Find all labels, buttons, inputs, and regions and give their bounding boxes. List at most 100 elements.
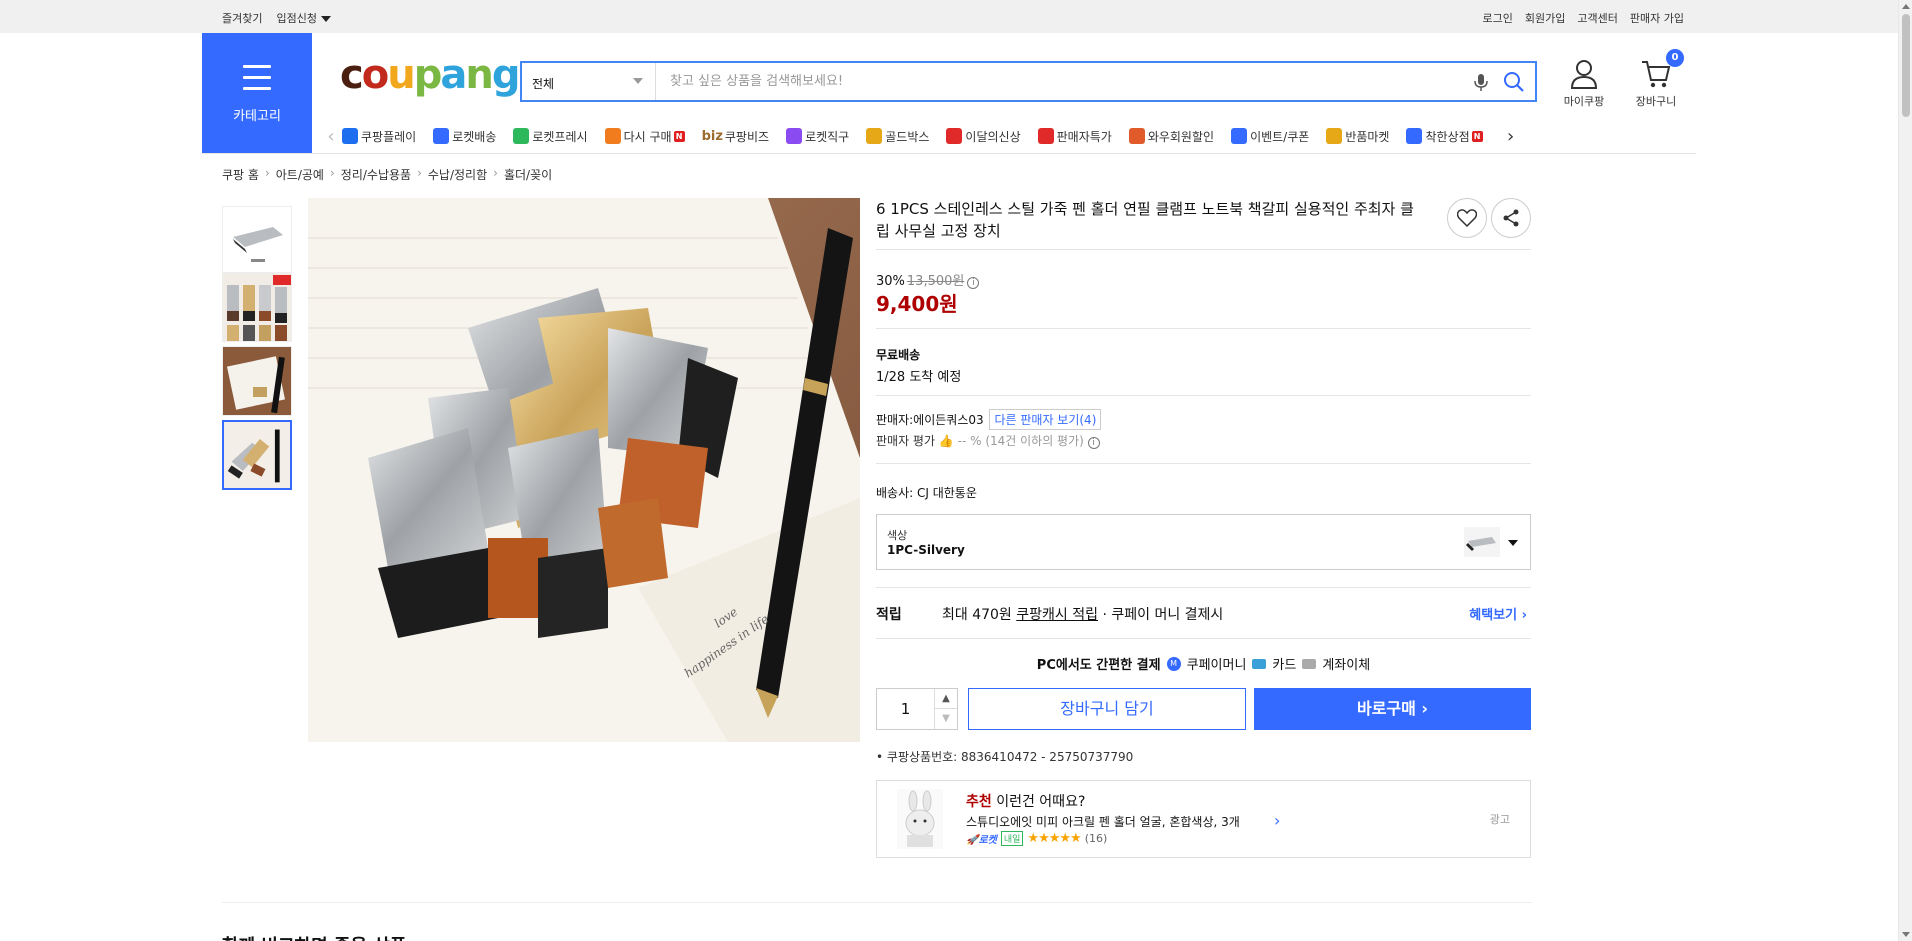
nav-item[interactable]: 다시 구매 N <box>604 128 685 145</box>
nav-item[interactable]: 로켓배송 <box>433 128 496 145</box>
logo-letter: g <box>491 52 521 98</box>
thumbnail-2[interactable] <box>222 272 292 342</box>
option-thumbnail <box>1464 527 1500 557</box>
divider <box>876 328 1531 329</box>
scroll-down-arrow[interactable] <box>1902 932 1910 937</box>
nav-item[interactable]: biz 쿠팡비즈 <box>702 128 770 145</box>
reward-label: 적립 <box>876 607 902 623</box>
recommendation-card[interactable]: 추천 이런건 어때요? 스튜디오에잇 미피 아크릴 펜 홀더 얼굴, 혼합색상,… <box>876 780 1531 858</box>
info-icon[interactable]: i <box>1087 437 1100 449</box>
my-coupang-button[interactable]: 마이쿠팡 <box>1556 58 1612 109</box>
search-category-value: 전체 <box>532 77 555 91</box>
nav-item-label: 골드박스 <box>885 129 930 144</box>
info-icon[interactable]: i <box>967 277 980 289</box>
divider <box>876 395 1531 396</box>
category-button[interactable]: 카테고리 <box>202 33 312 153</box>
support-link[interactable]: 고객센터 <box>1577 10 1617 26</box>
reward-amount: 최대 470원 <box>942 607 1017 623</box>
partner-apply-link[interactable]: 입점신청 <box>276 10 331 26</box>
recommend-product-image <box>897 789 943 849</box>
share-button[interactable] <box>1491 198 1531 238</box>
nav-item-label: 와우회원할인 <box>1147 129 1215 144</box>
other-sellers-link[interactable]: 다른 판매자 보기(4) <box>989 409 1102 430</box>
search-input[interactable] <box>656 63 1456 100</box>
nav-item[interactable]: 착한상점 N <box>1406 128 1483 145</box>
breadcrumb-link[interactable]: 수납/정리함 <box>428 166 487 183</box>
breadcrumb-link[interactable]: 홀더/꽂이 <box>504 166 552 183</box>
nav-item-label: 다시 구매 <box>623 129 672 144</box>
recommend-item-name[interactable]: 스튜디오에잇 미피 아크릴 펜 홀더 얼굴, 혼합색상, 3개 <box>966 813 1240 830</box>
nav-item[interactable]: 이달의신상 <box>946 128 1021 145</box>
new-badge: N <box>673 130 685 142</box>
nav-item-label: 쿠팡플레이 <box>361 129 417 144</box>
nav-item[interactable]: 쿠팡플레이 <box>342 128 416 145</box>
breadcrumb-link[interactable]: 정리/수납용품 <box>341 166 411 183</box>
rocket-delivery-badge: 🚀로켓 <box>966 835 997 846</box>
return-icon <box>1326 128 1343 144</box>
product-main-image[interactable]: love happiness in life <box>308 198 860 742</box>
chevron-right-icon: › <box>264 166 270 180</box>
quantity-input[interactable]: 1 <box>877 689 935 729</box>
divider <box>876 638 1531 639</box>
decrease-quantity-button[interactable]: ▼ <box>935 709 957 729</box>
nav-item[interactable]: 이벤트/쿠폰 <box>1231 128 1309 145</box>
easy-pay-row: PC에서도 간편한 결제 M 쿠페이머니 카드 계좌이체 <box>876 654 1531 673</box>
increase-quantity-button[interactable]: ▲ <box>935 689 957 709</box>
buy-now-button[interactable]: 바로구매 › <box>1254 688 1531 730</box>
nav-next-arrow[interactable]: › <box>1500 126 1522 147</box>
login-link[interactable]: 로그인 <box>1483 10 1513 26</box>
seller-rating-row: 판매자 평가 👍 -- % (14건 이하의 평가) i <box>876 432 1100 449</box>
nav-item[interactable]: 로켓직구 <box>786 128 849 145</box>
scroll-thumb[interactable] <box>1902 14 1910 117</box>
section-title: 함께 비교하면 좋을 상품 <box>222 932 406 941</box>
seller-signup-link[interactable]: 판매자 가입 <box>1630 10 1684 26</box>
benefit-link[interactable]: 혜택보기 › <box>1469 604 1527 623</box>
breadcrumb-link[interactable]: 아트/공예 <box>276 166 324 183</box>
nav-item[interactable]: 판매자특가 <box>1037 128 1112 145</box>
cart-label: 장바구니 <box>1635 95 1677 108</box>
scroll-up-arrow[interactable] <box>1902 4 1910 9</box>
chevron-right-icon[interactable]: › <box>1274 811 1280 830</box>
breadcrumb-link[interactable]: 쿠팡 홈 <box>222 166 259 183</box>
add-to-cart-button[interactable]: 장바구니 담기 <box>968 688 1246 730</box>
thumbnail-3[interactable] <box>222 346 292 416</box>
thumbnail-4[interactable] <box>222 420 292 490</box>
nav-item[interactable]: 로켓프레시 <box>513 128 588 145</box>
color-option-select[interactable]: 색상 1PC-Silvery <box>876 514 1531 570</box>
product-photo: love happiness in life <box>308 198 860 742</box>
microphone-icon[interactable] <box>1472 72 1490 92</box>
coupay-money-icon: M <box>1166 656 1181 671</box>
card-icon <box>1252 658 1267 669</box>
cart-count-badge: 0 <box>1666 49 1684 67</box>
nav-item[interactable]: 반품마켓 <box>1326 128 1389 145</box>
signup-link[interactable]: 회원가입 <box>1525 10 1565 26</box>
search-icon[interactable] <box>1503 71 1525 93</box>
thumbnail-1[interactable] <box>222 206 292 276</box>
search-category-select[interactable]: 전체 <box>522 63 656 100</box>
nav-item-label: 쿠팡비즈 <box>724 129 770 144</box>
ad-label: 광고 <box>1489 813 1510 826</box>
rating-stars: ★★★★★ <box>1027 831 1081 846</box>
play-icon <box>342 128 358 144</box>
shipping-title: 무료배송 <box>876 348 921 362</box>
nav-item[interactable]: 와우회원할인 <box>1128 128 1215 145</box>
nav-prev-arrow[interactable]: ‹ <box>320 126 342 147</box>
nav-item[interactable]: 골드박스 <box>866 128 929 145</box>
cart-button[interactable]: 0 장바구니 <box>1628 49 1684 109</box>
nav-item-label: 로켓직구 <box>805 129 850 144</box>
logo-letter: c <box>340 52 364 98</box>
share-icon <box>1503 209 1519 227</box>
coupang-cash-link[interactable]: 쿠팡캐시 적립 <box>1016 607 1098 623</box>
coupang-logo[interactable]: coupang <box>340 52 521 98</box>
page-scrollbar[interactable] <box>1898 0 1912 941</box>
bank-icon <box>1302 658 1317 669</box>
courier-info: 배송사: CJ 대한통운 <box>876 486 977 500</box>
discount-rate: 30% <box>876 274 905 289</box>
wishlist-button[interactable] <box>1447 198 1487 238</box>
global-icon <box>786 128 803 144</box>
bank-transfer-label: 계좌이체 <box>1322 658 1371 673</box>
sale-price: 9,400원 <box>876 292 958 316</box>
bookmark-link[interactable]: 즐겨찾기 <box>222 10 262 26</box>
recommend-tag: 추천 <box>966 794 992 810</box>
heart-icon <box>1457 209 1477 227</box>
